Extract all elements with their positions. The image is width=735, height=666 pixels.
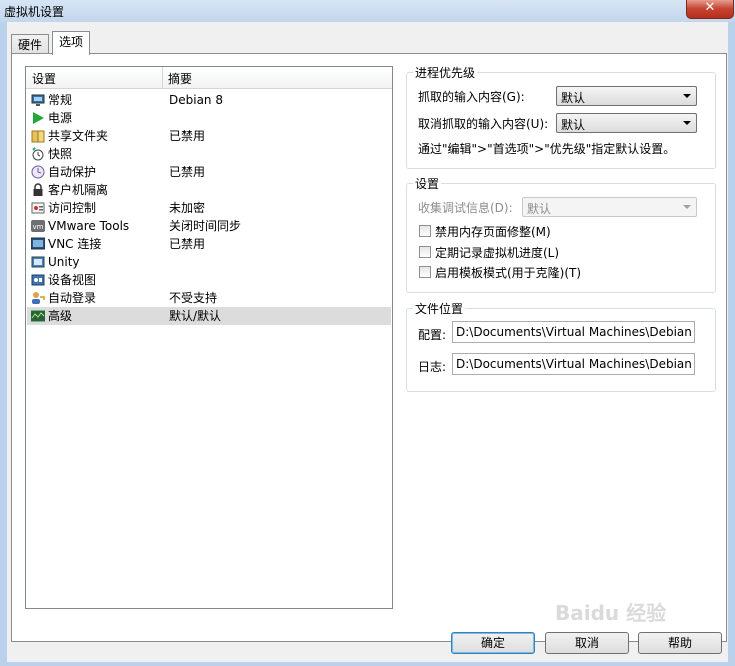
watermark-text: Baidu 经验 <box>555 601 667 625</box>
ok-button[interactable]: 确定 <box>451 632 535 654</box>
help-button[interactable]: 帮助 <box>638 632 722 654</box>
log-progress-checkbox[interactable] <box>419 246 431 258</box>
list-item-label: 访问控制 <box>48 201 97 215</box>
disable-mem-trim-checkbox[interactable] <box>419 225 431 237</box>
list-item-label: 自动登录 <box>48 291 97 305</box>
list-item-summary: Debian 8 <box>169 93 223 107</box>
list-item-advanced[interactable]: 高级 默认/默认 <box>27 307 391 325</box>
list-item-shared-folders[interactable]: 共享文件夹 已禁用 <box>27 127 391 145</box>
list-item-label: VNC 连接 <box>48 237 102 251</box>
close-button[interactable]: ✕ <box>686 0 734 19</box>
list-item-summary: 已禁用 <box>169 237 206 251</box>
settings-list[interactable]: 设置 摘要 常规 Debian 8 电源 共享文件夹 已禁用 快照 自动保护 已… <box>25 66 393 609</box>
monitor-icon <box>31 94 45 106</box>
grab-input-value: 默认 <box>561 91 586 105</box>
settings-group-title: 设置 <box>413 175 442 192</box>
window-title: 虚拟机设置 <box>4 5 65 19</box>
list-item-snapshots[interactable]: 快照 <box>27 145 391 163</box>
priority-hint: 通过"编辑">"首选项">"优先级"指定默认设置。 <box>418 142 676 156</box>
list-item-summary: 已禁用 <box>169 165 206 179</box>
grab-input-select[interactable]: 默认 <box>556 86 697 106</box>
snapshot-icon <box>32 147 44 161</box>
lock-icon <box>33 183 43 196</box>
ungrab-input-label: 取消抓取的输入内容(U): <box>418 117 549 131</box>
debug-info-label: 收集调试信息(D): <box>418 201 513 215</box>
svg-text:vm: vm <box>33 223 44 231</box>
list-item-vmware-tools[interactable]: vm VMware Tools 关闭时间同步 <box>27 217 391 235</box>
close-icon: ✕ <box>704 0 716 15</box>
list-item-summary: 已禁用 <box>169 129 206 143</box>
debug-info-select[interactable]: 默认 <box>522 197 697 217</box>
list-item-power[interactable]: 电源 <box>27 109 391 127</box>
access-control-icon <box>31 202 45 214</box>
list-item-label: 快照 <box>48 147 73 161</box>
template-mode-label[interactable]: 启用模板模式(用于克隆)(T) <box>435 264 581 281</box>
tab-options[interactable]: 选项 <box>52 31 91 55</box>
vmware-tools-icon: vm <box>31 220 45 232</box>
column-separator[interactable] <box>162 67 163 88</box>
watermark-logo: Baidu 经验 <box>555 597 666 626</box>
cancel-button[interactable]: 取消 <box>545 632 629 654</box>
list-item-summary: 关闭时间同步 <box>169 219 242 233</box>
options-tab-page: 设置 摘要 常规 Debian 8 电源 共享文件夹 已禁用 快照 自动保护 已… <box>11 53 727 642</box>
list-item-label: 电源 <box>48 111 73 125</box>
ungrab-input-value: 默认 <box>561 118 586 132</box>
list-item-label: 自动保护 <box>48 165 97 179</box>
ungrab-input-select[interactable]: 默认 <box>556 113 697 133</box>
list-item-guest-isolation[interactable]: 客户机隔离 <box>27 181 391 199</box>
config-path-field[interactable]: D:\Documents\Virtual Machines\Debian 8\D… <box>452 321 695 343</box>
disable-mem-trim-label[interactable]: 禁用内存页面修整(M) <box>435 223 551 240</box>
column-header-setting[interactable]: 设置 <box>32 70 56 87</box>
list-item-label: 高级 <box>48 309 73 323</box>
column-header-summary[interactable]: 摘要 <box>168 70 192 87</box>
chevron-down-icon <box>683 205 691 209</box>
list-item-summary: 未加密 <box>169 201 206 215</box>
power-play-icon <box>33 112 44 124</box>
list-header: 设置 摘要 <box>26 67 392 89</box>
list-item-vnc[interactable]: VNC 连接 已禁用 <box>27 235 391 253</box>
vnc-icon <box>31 237 45 250</box>
process-priority-title: 进程优先级 <box>413 64 478 81</box>
list-item-general[interactable]: 常规 Debian 8 <box>27 91 391 109</box>
log-label: 日志: <box>418 360 447 374</box>
list-item-device-view[interactable]: 设备视图 <box>27 271 391 289</box>
autologin-icon <box>32 292 45 304</box>
list-item-label: 设备视图 <box>48 273 97 287</box>
chevron-down-icon <box>683 94 691 98</box>
debug-info-value: 默认 <box>527 202 552 216</box>
advanced-icon <box>31 310 45 322</box>
shared-folder-icon <box>31 130 45 143</box>
grab-input-label: 抓取的输入内容(G): <box>418 90 525 104</box>
device-view-icon <box>31 274 45 286</box>
template-mode-checkbox[interactable] <box>419 266 431 278</box>
list-item-label: 共享文件夹 <box>48 129 109 143</box>
list-item-summary: 默认/默认 <box>169 309 222 323</box>
autoprotect-icon <box>31 165 45 179</box>
list-item-summary: 不受支持 <box>169 291 218 305</box>
title-bar: 虚拟机设置 ✕ <box>0 0 735 22</box>
unity-icon <box>31 256 45 268</box>
list-item-label: Unity <box>48 255 80 269</box>
list-item-label: VMware Tools <box>48 219 130 233</box>
dialog-body: 硬件 选项 设置 摘要 常规 Debian 8 电源 共享文件夹 已禁用 快照 … <box>7 22 728 662</box>
list-item-access-control[interactable]: 访问控制 未加密 <box>27 199 391 217</box>
chevron-down-icon <box>683 121 691 125</box>
file-location-title: 文件位置 <box>413 300 466 317</box>
list-item-autologin[interactable]: 自动登录 不受支持 <box>27 289 391 307</box>
list-item-label: 常规 <box>48 93 73 107</box>
log-path-field[interactable]: D:\Documents\Virtual Machines\Debian 8\v… <box>452 353 695 375</box>
list-item-unity[interactable]: Unity <box>27 253 391 271</box>
list-item-autoprotect[interactable]: 自动保护 已禁用 <box>27 163 391 181</box>
tab-hardware[interactable]: 硬件 <box>11 34 50 55</box>
log-progress-label[interactable]: 定期记录虚拟机进度(L) <box>435 244 559 261</box>
config-label: 配置: <box>418 328 447 342</box>
list-item-label: 客户机隔离 <box>48 183 109 197</box>
